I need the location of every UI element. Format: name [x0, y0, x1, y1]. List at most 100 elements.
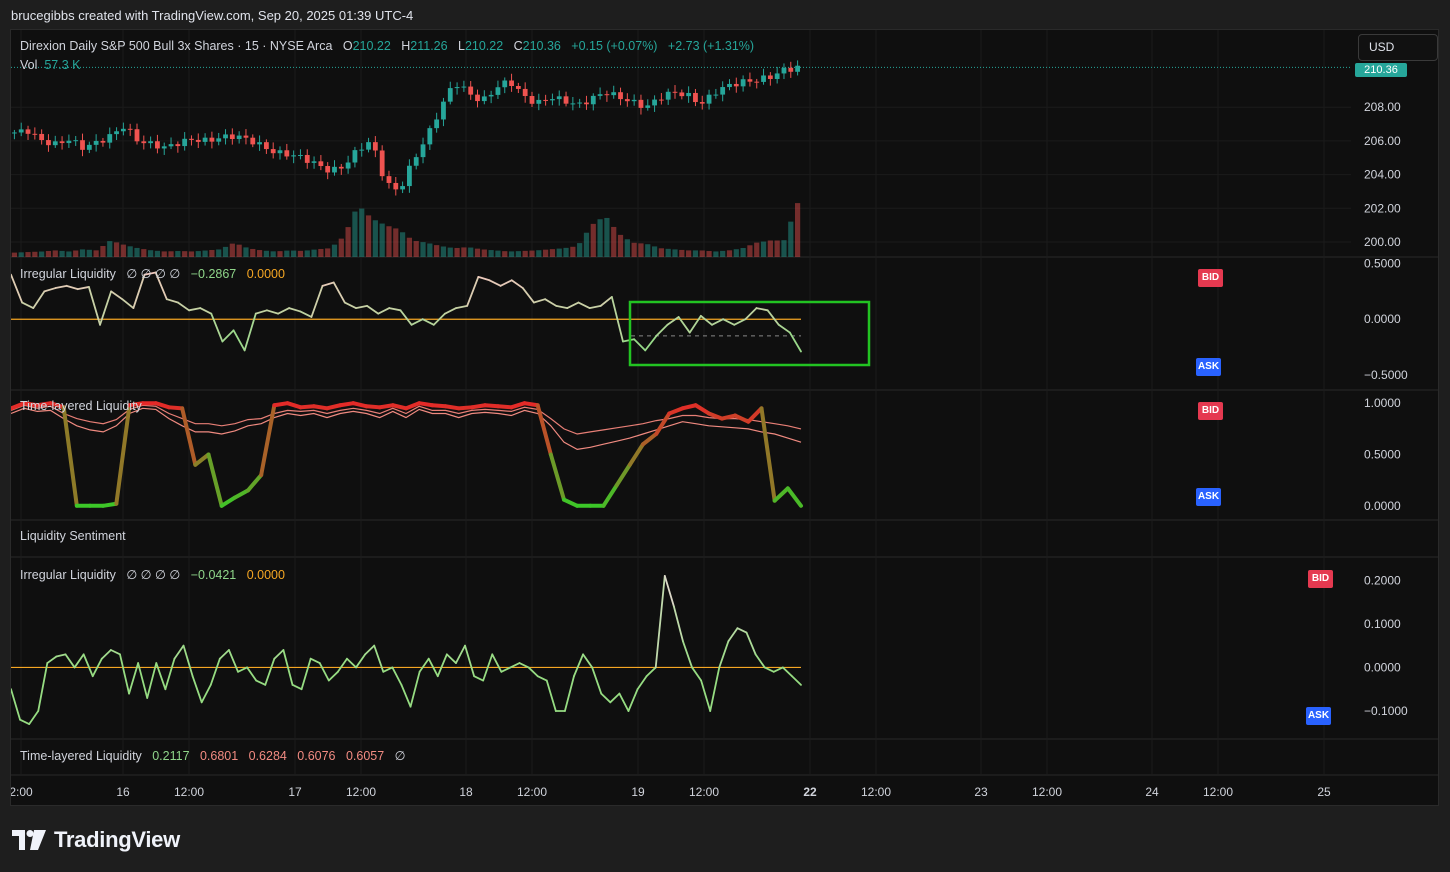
tradingview-logo[interactable]: TradingView	[12, 826, 180, 854]
volume-bar	[413, 241, 419, 257]
pane5-series-segment	[28, 710, 40, 726]
main-legend[interactable]: Direxion Daily S&P 500 Bull 3x Shares · …	[20, 39, 754, 53]
pane2-series-segment	[110, 290, 124, 301]
volume-bar	[740, 248, 746, 257]
pane2-series-segment	[711, 318, 725, 326]
pane5-series-segment	[627, 688, 639, 712]
volume-bar	[386, 226, 392, 257]
candle-body	[754, 81, 760, 83]
volume-bar	[52, 250, 58, 257]
volume-bar	[243, 247, 249, 257]
pane3-series-thick	[548, 452, 566, 502]
pane3-series-thick	[206, 452, 224, 508]
pane3-title[interactable]: Time-layered Liquidity	[20, 399, 142, 413]
candle-body	[597, 94, 603, 96]
pane5-legend[interactable]: Irregular Liquidity ∅ ∅ ∅ ∅ −0.0421 0.00…	[20, 567, 285, 582]
pane3-series-thick	[246, 473, 264, 493]
pane6-placeholder: ∅	[394, 749, 406, 763]
candle-body	[366, 142, 371, 150]
pane3-series-thick	[325, 403, 343, 411]
pane2-series-segment	[699, 314, 713, 326]
pane5-series-segment	[781, 666, 793, 678]
pane2-series-segment	[644, 335, 658, 352]
candle-body	[161, 146, 167, 149]
chart-svg[interactable]: 2:00 16 12:00 17 12:00 18 12:00 19 12:00 22 12:00 2…	[11, 30, 1439, 806]
pane2-series-segment	[43, 287, 57, 293]
candle-body	[413, 157, 419, 166]
pane2-legend[interactable]: Irregular Liquidity ∅ ∅ ∅ ∅ −0.2867 0.00…	[20, 266, 285, 281]
symbol-title[interactable]: Direxion Daily S&P 500 Bull 3x Shares · …	[20, 39, 332, 53]
volume-bar	[393, 228, 399, 257]
pane5-series-segment	[509, 662, 521, 669]
volume-bar	[338, 238, 344, 257]
pane5-series-segment	[237, 666, 248, 673]
pane5-series-segment	[763, 666, 775, 673]
candle-body	[774, 73, 780, 79]
candle-body	[18, 129, 24, 133]
candle-body	[216, 138, 222, 142]
pane3-legend[interactable]: Time-layered Liquidity	[20, 399, 142, 413]
candle-body	[12, 132, 17, 134]
volume-bar	[672, 249, 678, 257]
pane6-legend[interactable]: Time-layered Liquidity 0.2117 0.6801 0.6…	[20, 748, 405, 763]
volume-bar	[590, 223, 596, 257]
candle-body	[338, 166, 344, 169]
volume-bar	[651, 246, 658, 257]
pane3-bid-badge: BID	[1198, 402, 1223, 420]
pane2-series-segment	[421, 318, 435, 326]
pane5-series-segment	[709, 666, 721, 712]
pane2-series-segment	[688, 314, 702, 334]
volume-bar	[617, 234, 624, 257]
pane5-series-segment	[636, 675, 648, 691]
pane5-series-segment	[46, 655, 58, 664]
candle-body	[665, 91, 671, 100]
candle-body	[379, 150, 385, 177]
volume-bar	[515, 251, 521, 257]
pane5-series-segment	[318, 662, 330, 682]
change2-value: +2.73 (+1.31%)	[667, 39, 755, 53]
chart-area[interactable]: 2:00 16 12:00 17 12:00 18 12:00 19 12:00 22 12:00 2…	[10, 29, 1439, 806]
volume-bar	[461, 247, 467, 257]
candle-body	[550, 99, 555, 101]
volume-legend[interactable]: Vol 57.3 K	[20, 58, 80, 72]
pane5-tick-1: 0.1000	[1364, 617, 1401, 631]
candle-body	[488, 94, 494, 97]
currency-button[interactable]: USD	[1358, 34, 1438, 61]
pane3-series-thick	[746, 406, 764, 424]
pane6-title[interactable]: Time-layered Liquidity	[20, 749, 142, 763]
candle-body	[468, 86, 474, 95]
volume-bar	[188, 251, 195, 257]
pane5-series-segment	[255, 679, 267, 686]
price-tick-3: 206.00	[1364, 134, 1401, 148]
candle-body	[175, 144, 181, 147]
volume-bar	[161, 251, 167, 257]
candle-body	[291, 155, 297, 157]
pane5-series-segment	[228, 649, 239, 673]
candle-body	[66, 140, 72, 144]
volume-bar	[495, 250, 501, 257]
pane5-ask-badge: ASK	[1306, 707, 1331, 725]
candle-body	[277, 150, 283, 154]
pane5-series-segment	[672, 605, 684, 643]
pane5-series-segment	[745, 631, 757, 656]
pane2-series-segment	[577, 301, 591, 309]
pane5-series-segment	[246, 666, 258, 682]
candle-body	[767, 75, 773, 79]
volume-bar	[481, 249, 487, 257]
pane2-ask-badge: ASK	[1196, 358, 1221, 376]
volume-bar	[556, 248, 562, 257]
candle-body	[795, 65, 800, 72]
candle-body	[263, 142, 269, 150]
pane4-legend[interactable]: Liquidity Sentiment	[20, 529, 126, 543]
pane5-series-segment	[645, 666, 657, 678]
pane5-series-segment	[682, 640, 693, 669]
pane2-title[interactable]: Irregular Liquidity	[20, 267, 116, 281]
volume-bar	[229, 243, 235, 257]
volume-bar	[195, 251, 201, 257]
pane3-tick-0: 1.0000	[1364, 396, 1401, 410]
pane2-series-segment	[666, 316, 680, 326]
candle-body	[284, 150, 290, 157]
pane2-series-segment	[165, 298, 179, 304]
pane5-title[interactable]: Irregular Liquidity	[20, 568, 116, 582]
pane4-title[interactable]: Liquidity Sentiment	[20, 529, 126, 543]
